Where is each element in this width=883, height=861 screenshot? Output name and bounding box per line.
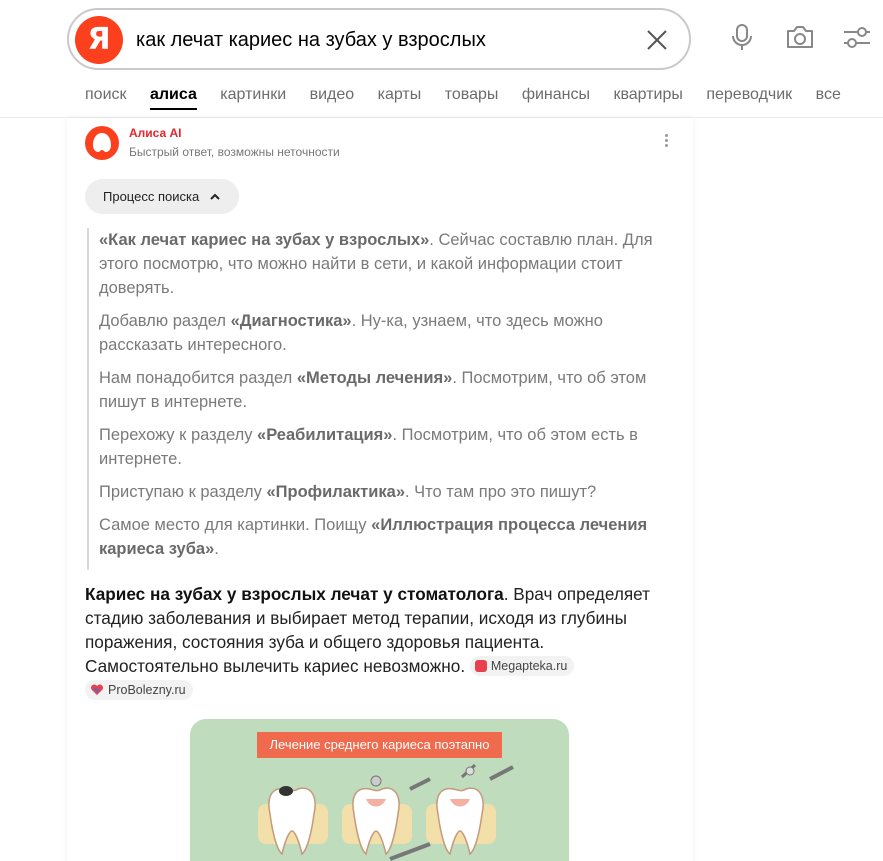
search-tabs: поиск алиса картинки видео карты товары …: [85, 86, 860, 110]
alice-answer-card: Алиса AI Быстрый ответ, возможны неточно…: [67, 118, 693, 861]
source-chip-probolezny[interactable]: ProBolezny.ru: [85, 680, 193, 700]
process-step: Добавлю раздел «Диагностика». Ну-ка, узн…: [99, 312, 603, 354]
search-process-toggle[interactable]: Процесс поиска: [85, 179, 239, 214]
tab-translator[interactable]: переводчик: [706, 86, 792, 104]
source-chip-megapteka[interactable]: Megapteka.ru: [469, 656, 575, 676]
process-step: Нам понадобится раздел «Методы лечения».…: [99, 369, 647, 411]
heart-icon: [90, 682, 104, 695]
search-box[interactable]: Я как лечат кариес на зубах у взрослых: [67, 8, 691, 70]
tab-maps[interactable]: карты: [378, 86, 422, 104]
megapteka-icon: [474, 660, 487, 672]
process-step: Самое место для картинки. Поищу «Иллюстр…: [99, 516, 648, 558]
camera-search-icon[interactable]: [783, 20, 817, 54]
clear-icon[interactable]: [645, 28, 669, 52]
process-step: Перехожу к разделу «Реабилитация». Посмо…: [99, 426, 638, 468]
tab-search[interactable]: поиск: [85, 86, 127, 104]
teeth-drawing: [258, 763, 514, 861]
search-input[interactable]: как лечат кариес на зубах у взрослых: [136, 28, 486, 52]
tab-video[interactable]: видео: [310, 86, 355, 104]
header: Я как лечат кариес на зубах у взрослых п…: [0, 0, 883, 118]
tab-products[interactable]: товары: [445, 86, 499, 104]
process-step: Приступаю к разделу «Профилактика». Что …: [99, 483, 597, 501]
tab-all[interactable]: все: [816, 86, 841, 104]
assistant-subtitle: Быстрый ответ, возможны неточности: [129, 145, 340, 159]
tab-alice[interactable]: алиса: [149, 86, 197, 110]
caries-treatment-illustration[interactable]: Лечение среднего кариеса поэтапно: [190, 719, 569, 861]
answer-lead: Кариес на зубах у взрослых лечат у стома…: [85, 584, 504, 604]
filters-icon[interactable]: [840, 20, 874, 54]
search-process-label: Процесс поиска: [103, 189, 200, 204]
chevron-up-icon: [209, 181, 221, 216]
answer-text: Кариес на зубах у взрослых лечат у стома…: [85, 582, 665, 702]
tab-finance[interactable]: финансы: [522, 86, 590, 104]
tab-apartments[interactable]: квартиры: [613, 86, 682, 104]
microphone-icon[interactable]: [725, 20, 759, 54]
search-process-steps: «Как лечат кариес на зубах у взрослых». …: [87, 228, 677, 570]
tab-images[interactable]: картинки: [220, 86, 286, 104]
yandex-logo[interactable]: Я: [75, 16, 123, 64]
process-step: «Как лечат кариес на зубах у взрослых». …: [99, 231, 653, 297]
assistant-name: Алиса AI: [129, 126, 182, 140]
alice-logo-icon: [85, 126, 119, 160]
more-options-icon[interactable]: [660, 132, 672, 152]
